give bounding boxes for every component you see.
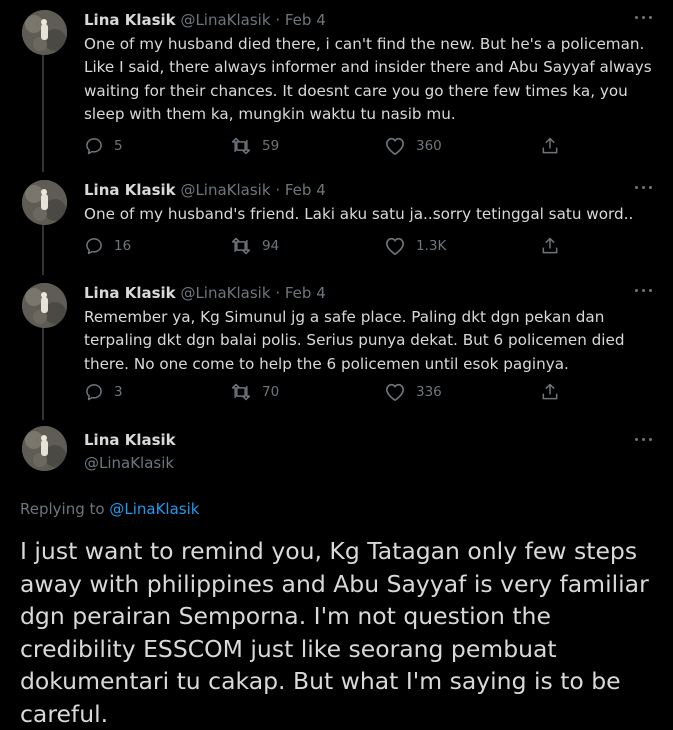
replying-to-link[interactable]: @LinaKlasik xyxy=(109,500,199,518)
replying-prefix: Replying to xyxy=(20,500,105,518)
avatar[interactable] xyxy=(22,426,67,471)
more-icon[interactable] xyxy=(633,432,655,448)
main-tweet-text: I just want to remind you, Kg Tatagan on… xyxy=(20,537,649,728)
author-name[interactable]: Lina Klasik xyxy=(84,430,176,450)
replying-to: Replying to @LinaKlasik xyxy=(20,498,199,520)
main-tweet: Lina Klasik @LinaKlasik Replying to @Lin… xyxy=(0,0,673,728)
author-handle[interactable]: @LinaKlasik xyxy=(84,453,174,473)
